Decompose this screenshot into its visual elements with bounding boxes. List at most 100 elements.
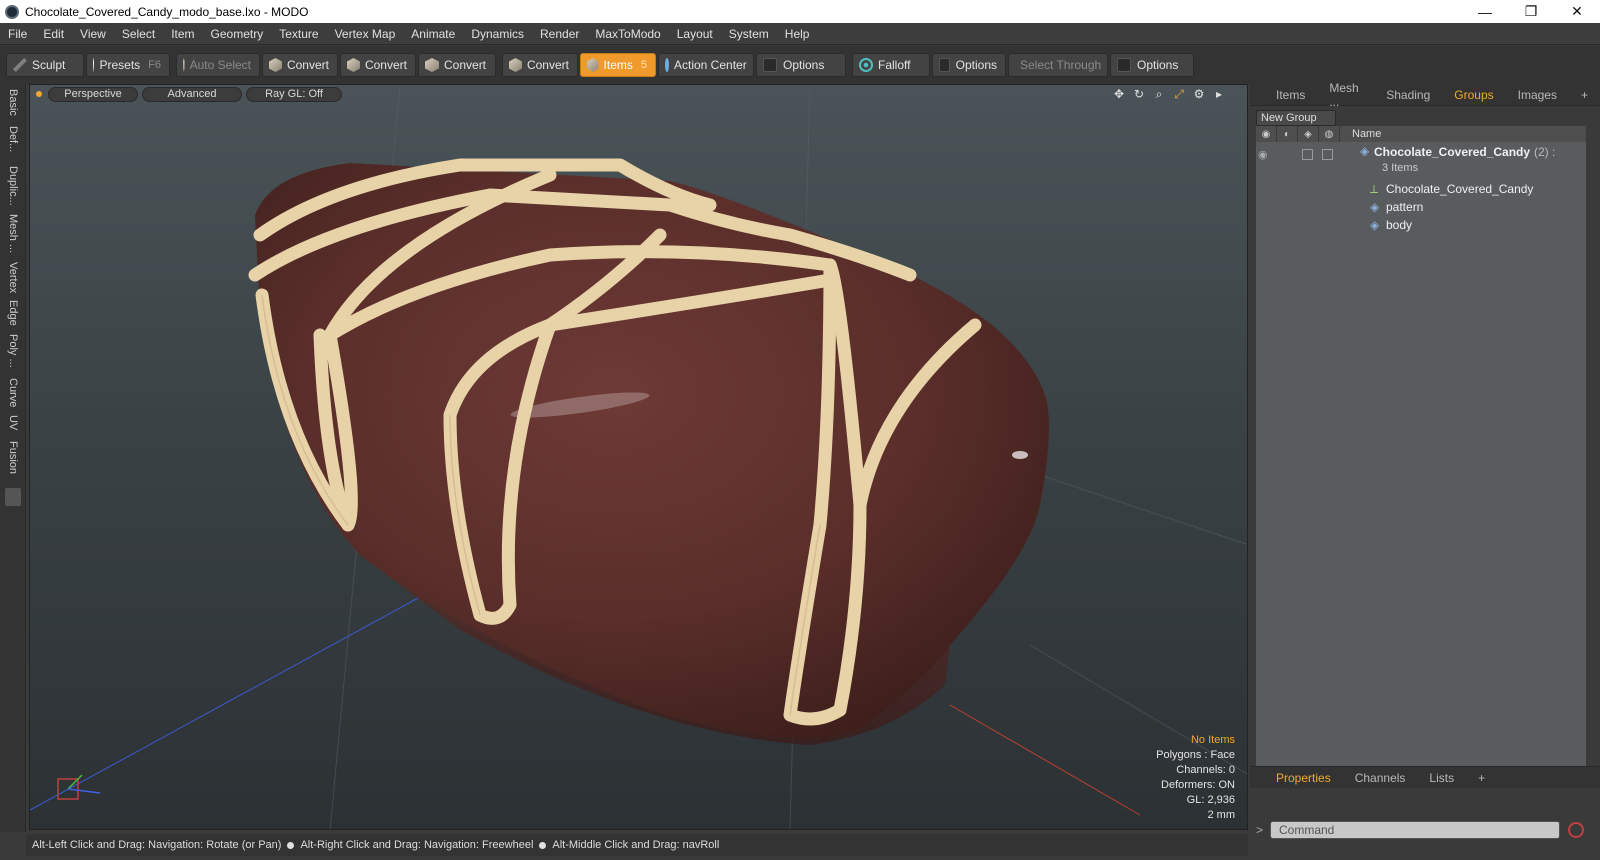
- tab-groups[interactable]: Groups: [1442, 88, 1505, 102]
- select-checkbox[interactable]: [1302, 149, 1313, 160]
- maximize-button[interactable]: ❐: [1508, 0, 1554, 23]
- tab-edge[interactable]: Edge: [3, 298, 23, 328]
- viewport-header: Perspective Advanced Ray GL: Off: [30, 85, 1247, 103]
- move-view-icon[interactable]: ✥: [1109, 87, 1129, 103]
- select-through-options-button[interactable]: Options: [1110, 53, 1194, 77]
- main-toolbar: Sculpt Presets F6 Auto Select Convert Con…: [0, 46, 1600, 84]
- menu-item[interactable]: Item: [163, 27, 202, 41]
- tab-deform[interactable]: Def...: [3, 120, 23, 158]
- fit-view-icon[interactable]: ⤢: [1169, 87, 1189, 103]
- menu-vertex-map[interactable]: Vertex Map: [327, 27, 404, 41]
- list-item[interactable]: ◈ body: [1256, 216, 1586, 234]
- viewport-dot-icon: [36, 91, 42, 97]
- render-checkbox[interactable]: [1322, 149, 1333, 160]
- menu-maxtomodo[interactable]: MaxToModo: [587, 27, 668, 41]
- menu-help[interactable]: Help: [777, 27, 818, 41]
- lock-column-icon[interactable]: ◐: [1277, 126, 1298, 142]
- tab-properties[interactable]: Properties: [1264, 771, 1343, 785]
- 3d-viewport[interactable]: Perspective Advanced Ray GL: Off ✥ ↻ ⌕ ⤢…: [29, 84, 1248, 830]
- visibility-column-eye-icon[interactable]: ◉: [1256, 126, 1277, 142]
- tab-lists[interactable]: Lists: [1417, 771, 1466, 785]
- convert-button-3[interactable]: Convert: [418, 53, 496, 77]
- viewport-menu-arrow-icon[interactable]: ▸: [1209, 87, 1229, 103]
- perspective-dropdown[interactable]: Perspective: [48, 86, 138, 102]
- selection-info: No Items: [1190, 734, 1235, 746]
- new-group-button[interactable]: New Group: [1256, 110, 1336, 126]
- status-hint-2: Alt-Right Click and Drag: Navigation: Fr…: [300, 839, 534, 851]
- add-tab-icon[interactable]: +: [1569, 88, 1600, 102]
- menu-render[interactable]: Render: [532, 27, 587, 41]
- menu-system[interactable]: System: [721, 27, 777, 41]
- list-item[interactable]: ◈ pattern: [1256, 198, 1586, 216]
- options-checkbox[interactable]: [1117, 58, 1131, 72]
- convert-icon: [347, 58, 360, 72]
- viewport-nav-icons: ✥ ↻ ⌕ ⤢ ⚙ ▸: [1109, 87, 1229, 103]
- group-row[interactable]: ◉ ◈ Chocolate_Covered_Candy (2) : 3 Item…: [1256, 142, 1586, 180]
- menu-layout[interactable]: Layout: [669, 27, 721, 41]
- record-icon[interactable]: [1568, 822, 1584, 838]
- tab-channels[interactable]: Channels: [1343, 771, 1418, 785]
- eye-icon[interactable]: ◉: [1258, 148, 1268, 161]
- status-bar: Alt-Left Click and Drag: Navigation: Rot…: [26, 834, 1248, 856]
- tab-duplicate[interactable]: Duplic...: [3, 162, 23, 210]
- close-button[interactable]: ✕: [1554, 0, 1600, 23]
- tab-poly[interactable]: Poly ...: [3, 330, 23, 372]
- tab-mesh[interactable]: Mesh ...: [3, 212, 23, 256]
- menu-animate[interactable]: Animate: [403, 27, 463, 41]
- menu-edit[interactable]: Edit: [35, 27, 72, 41]
- tab-items[interactable]: Items: [1264, 88, 1317, 102]
- convert-button-4[interactable]: Convert: [502, 53, 578, 77]
- bottom-panel-tabs: Properties Channels Lists +: [1250, 766, 1600, 788]
- menu-file[interactable]: File: [0, 27, 35, 41]
- select-through-button[interactable]: Select Through: [1008, 53, 1108, 77]
- convert-button-2[interactable]: Convert: [340, 53, 416, 77]
- menu-dynamics[interactable]: Dynamics: [463, 27, 532, 41]
- sculpt-button[interactable]: Sculpt: [6, 53, 84, 77]
- list-item[interactable]: ⟂ Chocolate_Covered_Candy: [1256, 180, 1586, 198]
- select-column-cube-icon[interactable]: ◈: [1298, 126, 1319, 142]
- falloff-options-button[interactable]: Options: [932, 53, 1006, 77]
- add-tab-icon[interactable]: +: [1466, 771, 1497, 785]
- shading-mode-dropdown[interactable]: Advanced: [142, 86, 242, 102]
- render-column-icon[interactable]: ◍: [1319, 126, 1340, 142]
- options-checkbox[interactable]: [939, 58, 950, 72]
- deformers-info: Deformers: ON: [1161, 779, 1235, 791]
- presets-button[interactable]: Presets F6: [86, 53, 170, 77]
- tab-vertex[interactable]: Vertex: [3, 260, 23, 296]
- tab-fusion[interactable]: Fusion: [3, 438, 23, 478]
- tab-uv[interactable]: UV: [3, 412, 23, 434]
- tab-shading[interactable]: Shading: [1374, 88, 1442, 102]
- mesh-icon: ◈: [1370, 218, 1380, 232]
- options-checkbox[interactable]: [763, 58, 777, 72]
- minimize-button[interactable]: —: [1462, 0, 1508, 23]
- items-mode-button[interactable]: Items 5: [580, 53, 656, 77]
- status-hint-1: Alt-Left Click and Drag: Navigation: Rot…: [32, 839, 282, 851]
- rotate-view-icon[interactable]: ↻: [1129, 87, 1149, 103]
- menu-texture[interactable]: Texture: [271, 27, 326, 41]
- command-input[interactable]: Command: [1270, 821, 1560, 839]
- menu-select[interactable]: Select: [114, 27, 163, 41]
- raygl-toggle[interactable]: Ray GL: Off: [246, 86, 342, 102]
- tab-basic[interactable]: Basic: [3, 86, 23, 118]
- separator-dot-icon: [287, 841, 295, 849]
- name-column-header[interactable]: Name: [1340, 128, 1381, 140]
- settings-gear-icon[interactable]: ⚙: [1189, 87, 1209, 103]
- tab-images[interactable]: Images: [1506, 88, 1569, 102]
- groups-list: ◉ ◈ Chocolate_Covered_Candy (2) : 3 Item…: [1256, 142, 1586, 782]
- tab-mesh[interactable]: Mesh ...: [1317, 81, 1374, 109]
- falloff-button[interactable]: Falloff: [852, 53, 930, 77]
- auto-select-button[interactable]: Auto Select: [176, 53, 260, 77]
- tab-curve[interactable]: Curve: [3, 376, 23, 410]
- action-center-button[interactable]: Action Center: [658, 53, 754, 77]
- menu-geometry[interactable]: Geometry: [203, 27, 272, 41]
- axis-gizmo: [57, 774, 101, 800]
- zoom-icon[interactable]: ⌕: [1149, 87, 1169, 103]
- action-center-options-button[interactable]: Options: [756, 53, 846, 77]
- expand-tabs-button[interactable]: [5, 488, 21, 506]
- convert-button-1[interactable]: Convert: [262, 53, 338, 77]
- convert-icon: [425, 58, 439, 72]
- menu-view[interactable]: View: [72, 27, 114, 41]
- separator-dot-icon: [539, 841, 547, 849]
- mesh-icon: ◈: [1370, 200, 1380, 214]
- item-name: body: [1386, 218, 1413, 232]
